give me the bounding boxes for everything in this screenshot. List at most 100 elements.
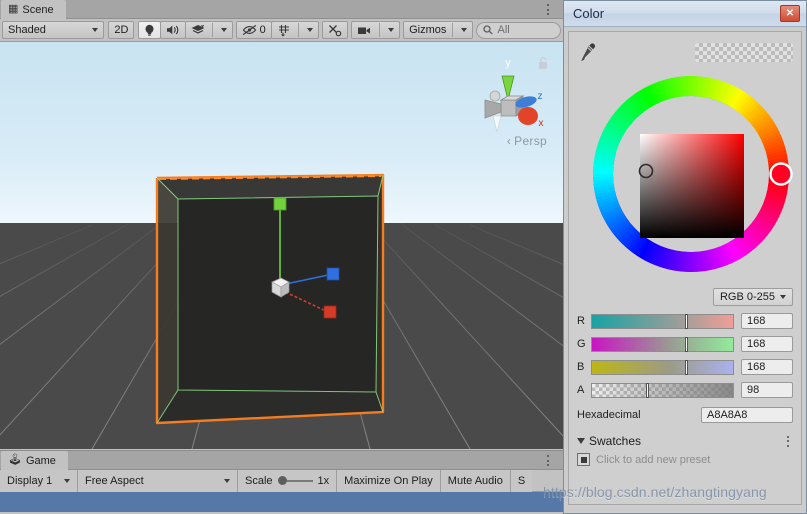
scene-tools-button[interactable] bbox=[321, 21, 348, 39]
stats-label: S bbox=[517, 474, 526, 487]
expander-triangle-icon[interactable] bbox=[577, 438, 585, 444]
scene-kebab-menu-icon[interactable] bbox=[543, 3, 553, 16]
channel-slider-g[interactable] bbox=[591, 336, 734, 352]
camera-icon bbox=[357, 27, 370, 34]
aspect-label: Free Aspect bbox=[85, 474, 144, 487]
channel-handle-b bbox=[684, 359, 688, 375]
channel-row-a: A 98 bbox=[577, 382, 793, 398]
gizmos-chevron-down-icon bbox=[461, 28, 468, 32]
gizmos-button[interactable]: Gizmos bbox=[403, 21, 474, 39]
game-view-render bbox=[0, 492, 563, 512]
close-icon[interactable]: ✕ bbox=[780, 5, 800, 22]
color-preview-swatch[interactable] bbox=[695, 42, 793, 62]
game-toolbar: Display 1 Free Aspect Scale 1x Maximize … bbox=[0, 469, 563, 492]
channel-label-r: R bbox=[577, 315, 585, 327]
grid-snap-button[interactable] bbox=[270, 21, 319, 39]
channel-field-g[interactable]: 168 bbox=[741, 336, 793, 352]
color-window-body: RGB 0-255 R 168 G 168 B 168 A 98 Hexadec… bbox=[568, 31, 802, 505]
draw-mode-dropdown[interactable]: Shaded bbox=[2, 21, 105, 39]
display-chevron-down-icon bbox=[64, 478, 70, 483]
channel-row-r: R 168 bbox=[577, 313, 793, 329]
grid-icon: ▦ bbox=[8, 3, 19, 15]
hue-marker bbox=[769, 162, 793, 186]
hexadecimal-input[interactable]: A8A8A8 bbox=[701, 407, 793, 423]
hexadecimal-label: Hexadecimal bbox=[577, 409, 641, 421]
tools-icon bbox=[328, 24, 342, 36]
fx-layers-icon bbox=[191, 24, 205, 34]
mute-audio-button[interactable]: Mute Audio bbox=[440, 469, 511, 492]
channel-handle-a bbox=[646, 382, 650, 398]
maximize-label: Maximize On Play bbox=[344, 474, 433, 487]
swatches-title: Swatches bbox=[589, 434, 642, 448]
chevron-down-icon bbox=[780, 295, 786, 299]
gizmos-label: Gizmos bbox=[409, 24, 447, 36]
projection-mode-label[interactable]: ‹ Persp bbox=[507, 134, 547, 148]
unity-editor-window: ▦ Scene Shaded 2D 0 Gizmos All y z x ‹ P… bbox=[0, 0, 807, 514]
color-format-row: RGB 0-255 bbox=[577, 288, 793, 306]
display-label: Display 1 bbox=[7, 474, 53, 487]
channel-slider-b[interactable] bbox=[591, 359, 734, 375]
channel-row-g: G 168 bbox=[577, 336, 793, 352]
tab-game-label: Game bbox=[25, 454, 56, 467]
scale-slider-track[interactable] bbox=[277, 476, 313, 485]
tab-game[interactable]: 🕹 Game bbox=[1, 451, 68, 470]
stats-button[interactable]: S bbox=[510, 469, 533, 492]
gizmo-axis-label-y: y bbox=[505, 57, 511, 69]
scene-panel: ▦ Scene Shaded 2D 0 Gizmos All y z x ‹ P… bbox=[0, 0, 563, 450]
eyedropper-icon[interactable] bbox=[577, 41, 599, 63]
game-panel: 🕹 Game Display 1 Free Aspect Scale 1x Ma… bbox=[0, 450, 563, 514]
color-format-dropdown[interactable]: RGB 0-255 bbox=[712, 288, 793, 306]
toggle-audio-button[interactable] bbox=[159, 21, 186, 39]
close-label: ✕ bbox=[785, 8, 795, 19]
channel-field-b[interactable]: 168 bbox=[741, 359, 793, 375]
view-2d-label: 2D bbox=[114, 24, 129, 36]
game-tabstrip: 🕹 Game bbox=[0, 451, 563, 470]
swatches-header[interactable]: Swatches bbox=[577, 434, 793, 448]
scale-value: 1x bbox=[317, 474, 330, 487]
color-picker-window: Color ✕ RGB 0-255 R 168 G 168 B 168 A 98… bbox=[563, 0, 807, 514]
channel-label-b: B bbox=[577, 361, 585, 373]
mute-label: Mute Audio bbox=[447, 474, 503, 487]
color-tools-row bbox=[577, 38, 793, 66]
scale-slider-knob[interactable] bbox=[277, 476, 287, 485]
scene-toolbar: Shaded 2D 0 Gizmos All bbox=[0, 19, 563, 42]
tab-scene[interactable]: ▦ Scene bbox=[1, 0, 66, 19]
maximize-on-play-button[interactable]: Maximize On Play bbox=[337, 469, 441, 492]
channel-field-r[interactable]: 168 bbox=[741, 313, 793, 329]
toggle-fx-button[interactable] bbox=[184, 21, 233, 39]
color-format-label: RGB 0-255 bbox=[719, 291, 775, 303]
hidden-objects-count: 0 bbox=[259, 24, 266, 36]
channel-label-g: G bbox=[577, 338, 586, 350]
display-dropdown[interactable]: Display 1 bbox=[0, 469, 78, 492]
gizmo-axis-label-x: x bbox=[539, 118, 544, 129]
add-preset-row[interactable]: Click to add new preset bbox=[577, 453, 793, 466]
scene-camera-button[interactable] bbox=[350, 21, 400, 39]
add-preset-icon[interactable] bbox=[577, 453, 590, 466]
scene-search-input[interactable]: All bbox=[476, 21, 562, 39]
channel-slider-r[interactable] bbox=[591, 313, 734, 329]
hidden-objects-button[interactable]: 0 bbox=[235, 21, 272, 39]
scale-slider[interactable]: Scale 1x bbox=[238, 469, 338, 492]
color-window-title: Color bbox=[573, 6, 605, 21]
game-kebab-menu-icon[interactable] bbox=[543, 454, 553, 467]
gizmo-axis-label-z: z bbox=[538, 91, 543, 102]
search-icon bbox=[483, 25, 494, 35]
channel-handle-r bbox=[684, 313, 688, 329]
color-wheel[interactable] bbox=[577, 66, 793, 286]
aspect-dropdown[interactable]: Free Aspect bbox=[78, 469, 238, 492]
gizmo-lock-open-icon[interactable] bbox=[537, 56, 549, 73]
aspect-chevron-down-icon bbox=[224, 478, 230, 483]
color-window-titlebar[interactable]: Color ✕ bbox=[564, 1, 806, 27]
hexadecimal-row: Hexadecimal A8A8A8 bbox=[577, 407, 793, 423]
channel-row-b: B 168 bbox=[577, 359, 793, 375]
camera-chevron-down-icon bbox=[387, 28, 394, 32]
toggle-2d-button[interactable]: 2D bbox=[108, 21, 135, 39]
channel-slider-a[interactable] bbox=[591, 382, 734, 398]
scale-label: Scale bbox=[245, 474, 273, 487]
scene-viewport[interactable]: y z x ‹ Persp bbox=[0, 42, 563, 449]
swatches-kebab-menu-icon[interactable] bbox=[783, 435, 793, 448]
channel-field-a[interactable]: 98 bbox=[741, 382, 793, 398]
fx-chevron-down-icon bbox=[220, 28, 227, 32]
toggle-lighting-button[interactable] bbox=[137, 21, 161, 39]
chevron-down-icon bbox=[92, 28, 99, 32]
